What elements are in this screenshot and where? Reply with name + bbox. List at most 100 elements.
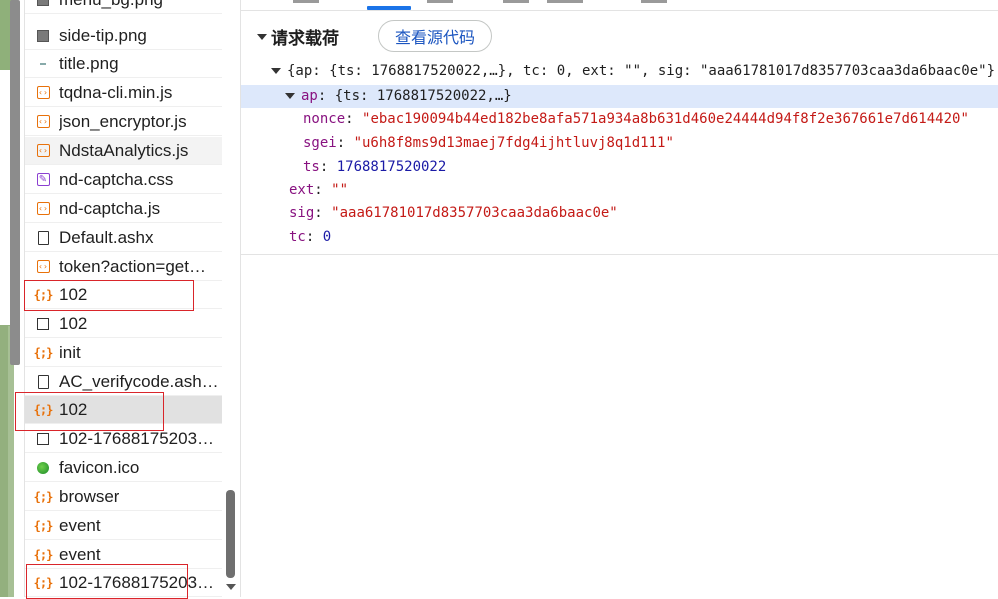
fetch-icon: {;} [33,489,54,504]
tab-fragment[interactable] [503,0,529,3]
collapse-triangle-icon[interactable] [257,33,267,40]
tab-fragment[interactable] [641,0,667,3]
request-name: AC_verifycode.ash… [59,371,219,391]
request-name: init [59,342,81,362]
tab-fragment[interactable] [293,0,319,3]
payload-section-header[interactable]: 请求载荷 [257,24,339,49]
stylesheet-icon: ✎ [35,172,51,188]
page-edge [0,0,22,597]
request-name: NdstaAnalytics.js [59,140,189,160]
ext-value: "" [331,182,349,198]
ap-summary: {ts: 1768817520022,…} [334,88,512,104]
request-name: 102 [59,313,88,333]
document-box-icon [35,316,51,332]
payload-section-title: 请求载荷 [271,29,339,48]
tab-fragment[interactable] [427,0,453,3]
request-name: 102-17688175203… [59,572,215,592]
fetch-icon: {;} [33,345,54,360]
request-row[interactable]: ‹› token?action=get… [25,253,223,281]
view-source-button[interactable]: 查看源代码 [378,20,492,52]
payload-ap-row[interactable]: ap: {ts: 1768817520022,…} [241,85,998,108]
payload-tc-row[interactable]: tc: 0 [241,226,998,249]
request-name: json_encryptor.js [59,111,187,131]
request-list-scrollbar[interactable] [222,0,240,597]
favicon-icon [35,460,51,476]
request-name: tqdna-cli.min.js [59,82,173,102]
request-row[interactable]: Default.ashx [25,224,223,252]
script-icon: ‹› [35,114,51,130]
payload-ext-row[interactable]: ext: "" [241,179,998,202]
page-background-fragment [8,326,14,597]
request-row[interactable]: title.png [25,50,223,78]
request-row[interactable]: 102-17688175203… [25,425,223,453]
payload-sgei-row[interactable]: sgei: "u6h8f8ms9d13maej7fdg4ijhtluvj8q1d… [241,132,998,155]
request-row[interactable]: AC_verifycode.ash… [25,368,223,396]
payload-ts-row[interactable]: ts: 1768817520022 [241,156,998,179]
tab-payload-active-indicator[interactable] [367,6,411,10]
dash-icon [35,56,51,72]
ts-key: ts [303,159,320,175]
request-row[interactable]: {;} 102-17688175203… [25,569,223,597]
expand-triangle-icon[interactable] [271,68,281,74]
ap-key: ap [301,88,318,104]
script-icon: ‹› [35,143,51,159]
document-icon [35,230,51,246]
document-box-icon [35,431,51,447]
section-divider [241,254,998,255]
request-row[interactable]: {;} event [25,541,223,569]
request-name: event [59,515,101,535]
request-name: 102 [59,284,88,304]
sgei-value: "u6h8f8ms9d13maej7fdg4ijhtluvj8q1d111" [353,135,674,151]
request-name: 102-17688175203… [59,428,215,448]
fetch-icon: {;} [33,575,54,590]
root-summary: {ap: {ts: 1768817520022,…}, tc: 0, ext: … [287,63,996,79]
request-name: favicon.ico [59,457,140,477]
payload-root-row[interactable]: {ap: {ts: 1768817520022,…}, tc: 0, ext: … [241,60,998,83]
network-request-list: menu_bg.png side-tip.png title.png ‹› tq… [24,0,223,597]
request-row[interactable]: ‹› tqdna-cli.min.js [25,79,223,107]
request-row[interactable]: ✎ nd-captcha.css [25,166,223,194]
tab-fragment[interactable] [547,0,583,3]
fetch-icon: {;} [33,287,54,302]
request-row[interactable]: {;} browser [25,483,223,511]
image-icon [35,0,51,8]
expand-triangle-icon[interactable] [285,93,295,99]
sig-value: "aaa61781017d8357703caa3da6baac0e" [331,205,618,221]
request-row[interactable]: {;} 102 [25,281,223,309]
request-row[interactable]: side-tip.png [25,22,223,50]
request-name: nd-captcha.js [59,198,161,218]
nonce-key: nonce [303,111,346,127]
payload-sig-row[interactable]: sig: "aaa61781017d8357703caa3da6baac0e" [241,202,998,225]
page-scrollbar[interactable] [10,0,20,365]
request-name: token?action=get… [59,256,206,276]
fetch-icon: {;} [33,547,54,562]
script-icon: ‹› [35,85,51,101]
scrollbar-thumb[interactable] [226,490,235,578]
request-row[interactable]: favicon.ico [25,454,223,482]
image-icon [35,28,51,44]
fetch-icon: {;} [33,518,54,533]
request-detail-panel: 请求载荷 查看源代码 {ap: {ts: 1768817520022,…}, t… [240,0,998,597]
request-row[interactable]: 102 [25,310,223,338]
request-name: event [59,544,101,564]
scroll-down-arrow-icon[interactable] [226,584,236,590]
fetch-icon: {;} [33,402,54,417]
tc-key: tc [289,229,306,245]
payload-nonce-row[interactable]: nonce: "ebac190094b44ed182be8afa571a934a… [241,108,998,131]
request-row[interactable]: ‹› NdstaAnalytics.js [25,137,223,165]
request-name: title.png [59,53,119,73]
sgei-key: sgei [303,135,337,151]
request-row[interactable]: menu_bg.png [25,0,223,14]
request-row[interactable]: ‹› nd-captcha.js [25,195,223,223]
request-row[interactable]: {;} init [25,339,223,367]
request-name: nd-captcha.css [59,169,174,189]
request-name: 102 [59,399,88,419]
ext-key: ext [289,182,315,198]
request-row-selected[interactable]: {;} 102 [25,396,223,424]
request-name: Default.ashx [59,227,154,247]
request-row[interactable]: {;} event [25,512,223,540]
ts-value: 1768817520022 [336,159,447,175]
script-icon: ‹› [35,201,51,217]
request-name: browser [59,486,120,506]
request-row[interactable]: ‹› json_encryptor.js [25,108,223,136]
